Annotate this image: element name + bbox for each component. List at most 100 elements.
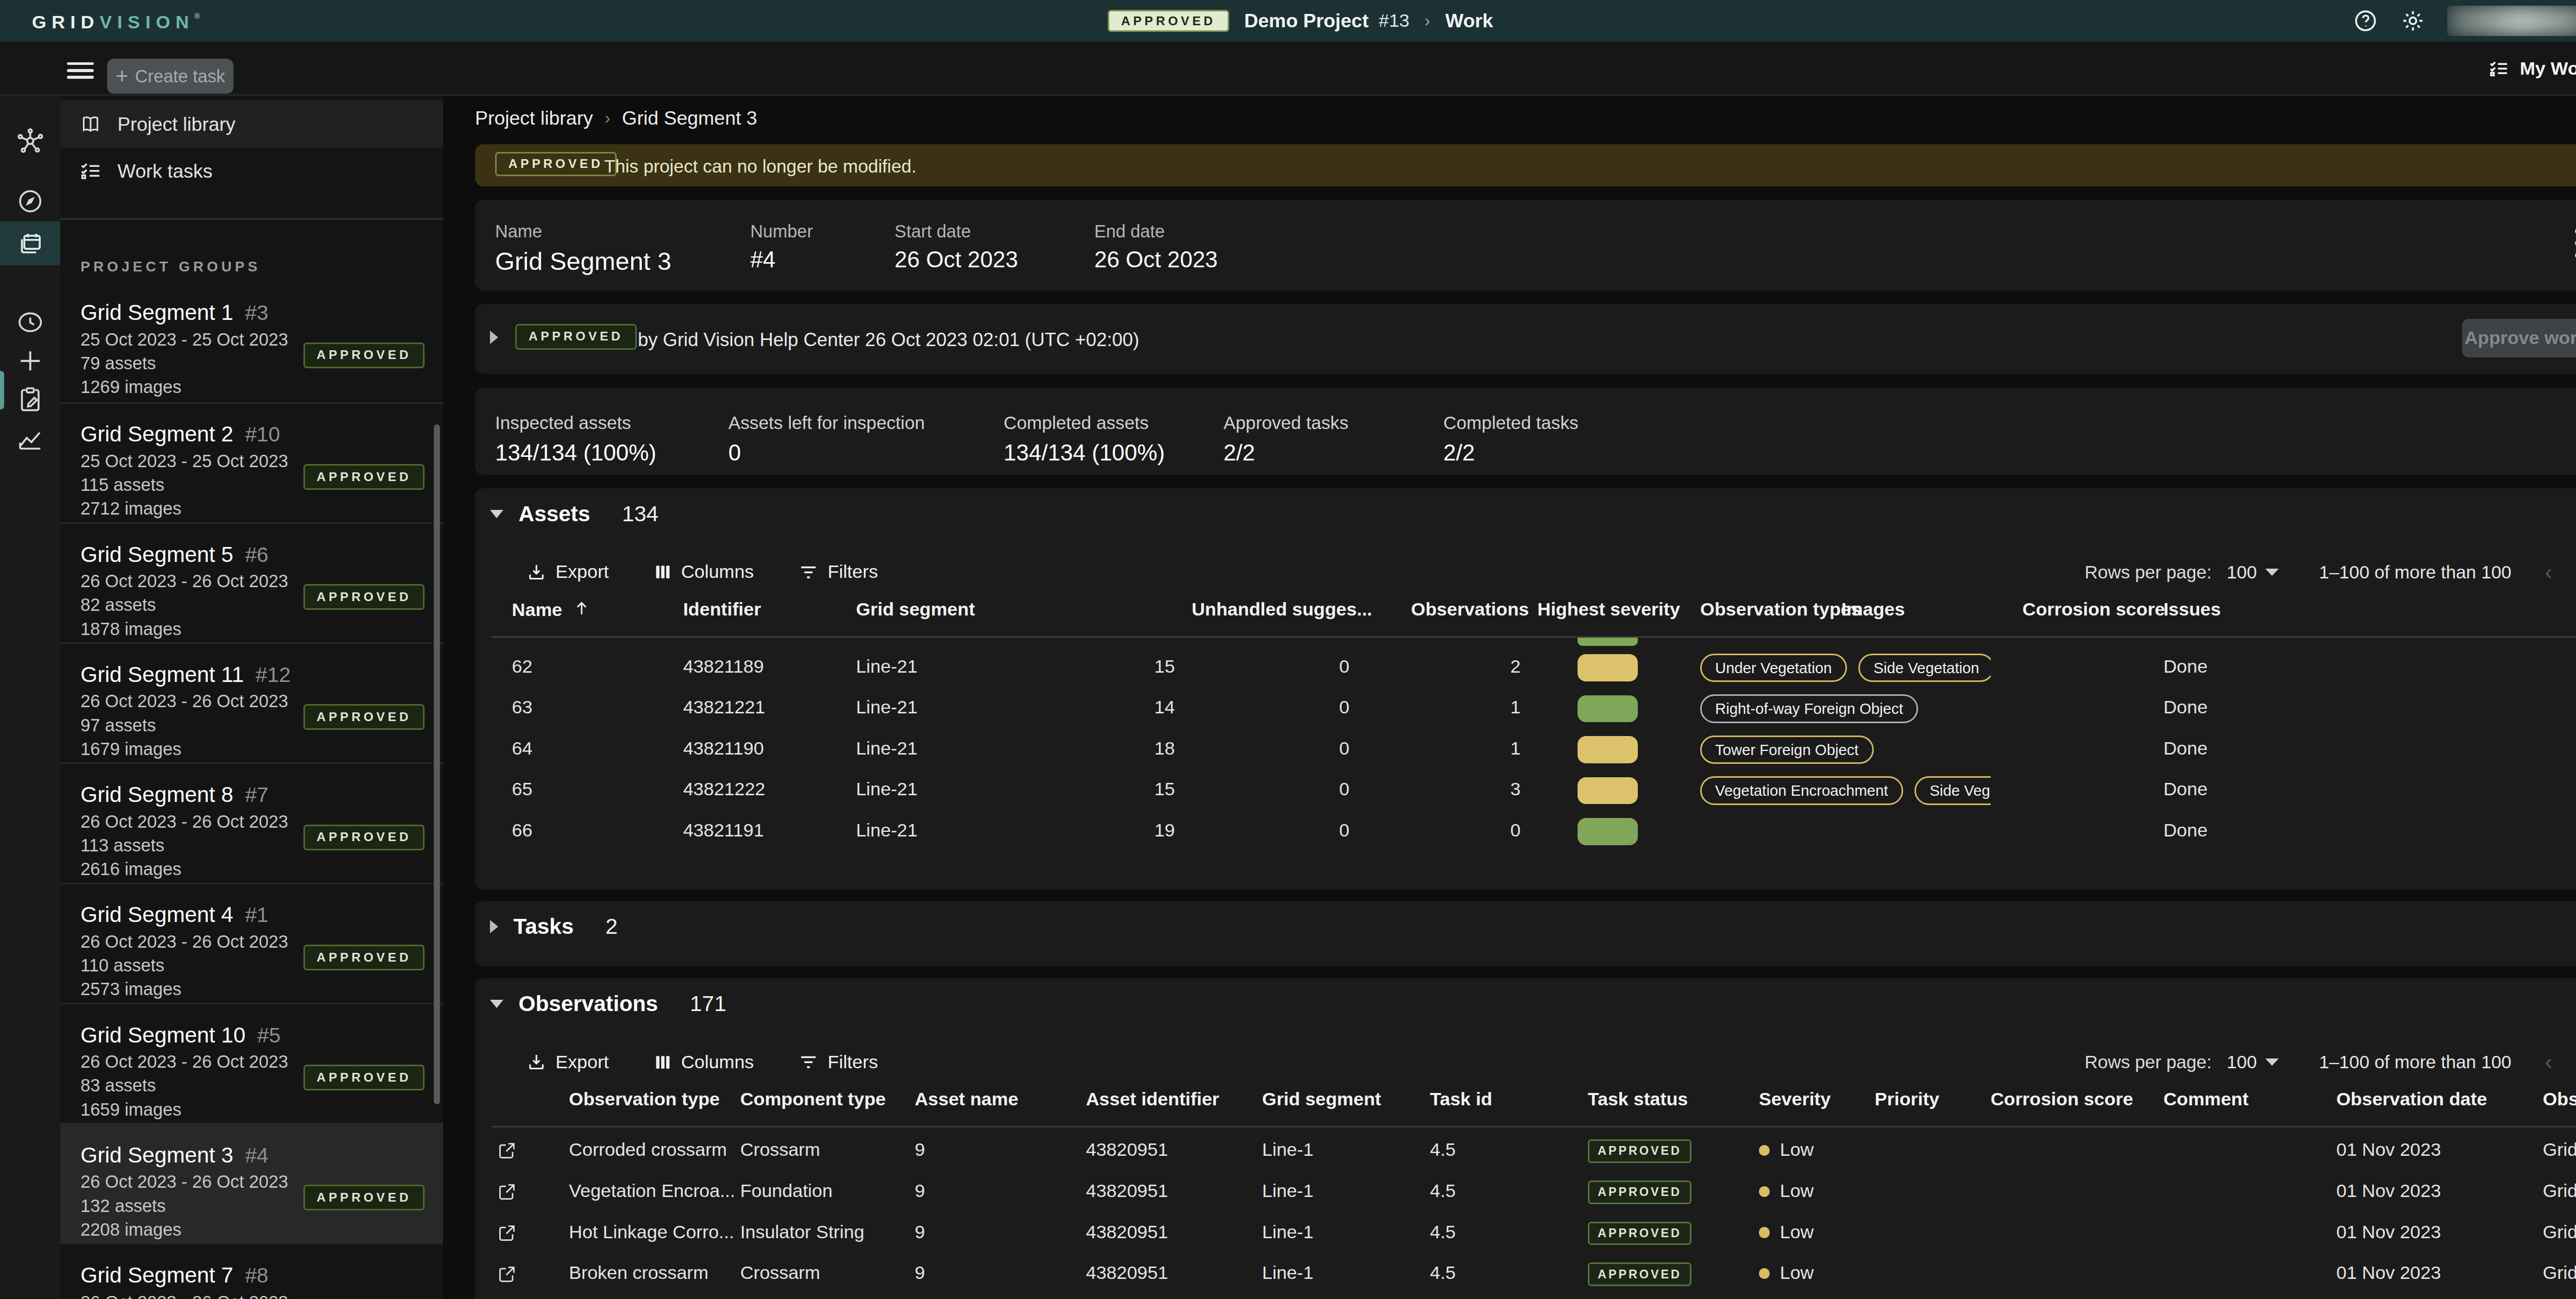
observation-date-cell: 01 Nov 2023 — [2336, 1262, 2441, 1284]
sidebar-item-project-library[interactable]: Project library — [60, 100, 443, 147]
collapse-arrow-icon[interactable] — [490, 920, 498, 933]
severity-dot-icon — [1759, 1145, 1770, 1156]
detail-value: #4 — [750, 247, 775, 272]
column-header[interactable]: Corrosion score — [2023, 599, 2165, 623]
menu-hamburger-icon[interactable] — [67, 62, 94, 79]
sidebar-item-work-tasks[interactable]: Work tasks — [60, 148, 443, 195]
project-group-number: #5 — [257, 1023, 280, 1047]
column-header[interactable]: Observation type — [569, 1089, 720, 1113]
approve-work-button[interactable]: Approve work — [2462, 319, 2576, 357]
column-header[interactable]: Identifier — [683, 599, 761, 623]
collapse-arrow-icon[interactable] — [490, 1000, 503, 1008]
column-header[interactable]: Task id — [1430, 1089, 1493, 1113]
column-header[interactable]: Asset identifier — [1086, 1089, 1219, 1113]
previous-page-button[interactable]: ‹ — [2545, 1050, 2552, 1074]
column-header[interactable]: Asset name — [914, 1089, 1018, 1113]
export-button[interactable]: Export — [526, 561, 609, 583]
open-observation-link-icon[interactable] — [497, 1264, 517, 1285]
project-group-number: #7 — [245, 783, 268, 807]
column-header[interactable]: Observation types — [1700, 599, 1861, 623]
previous-page-button[interactable]: ‹ — [2545, 560, 2552, 585]
column-header[interactable]: Observation date — [2336, 1089, 2487, 1113]
export-button[interactable]: Export — [526, 1051, 609, 1073]
observations-cell: 2 — [1511, 656, 1521, 677]
rows-per-page-select[interactable]: 100 — [2227, 1052, 2279, 1072]
project-group-item[interactable]: Grid Segment 5#626 Oct 2023 - 26 Oct 202… — [60, 522, 443, 642]
column-header[interactable]: Severity — [1759, 1089, 1831, 1113]
filters-button[interactable]: Filters — [798, 1051, 878, 1073]
approval-text: by Grid Vision Help Center 26 Oct 2023 0… — [638, 329, 1139, 351]
open-observation-link-icon[interactable] — [497, 1223, 517, 1243]
images-cell: 19 — [1155, 820, 1175, 841]
asset-identifier-cell: 43821221 — [683, 697, 765, 718]
detail-value: Grid Segment 3 — [495, 247, 671, 276]
my-work-button[interactable]: My Work — [2488, 42, 2576, 95]
project-group-item[interactable]: Grid Segment 11#1226 Oct 2023 - 26 Oct 2… — [60, 642, 443, 762]
task-status-badge: APPROVED — [1588, 1181, 1691, 1204]
columns-button[interactable]: Columns — [653, 1052, 754, 1073]
issues-cell: Done — [2163, 820, 2208, 841]
rows-per-page-select[interactable]: 100 — [2227, 562, 2279, 583]
help-icon[interactable] — [2353, 8, 2378, 33]
columns-icon — [653, 562, 673, 582]
status-badge: APPROVED — [303, 1185, 425, 1210]
project-title[interactable]: Demo Project — [1244, 10, 1368, 32]
asset-identifier-cell: 43821190 — [683, 738, 764, 759]
breadcrumb-parent[interactable]: Project library — [475, 107, 593, 129]
clipboard-edit-icon[interactable] — [0, 378, 60, 421]
column-header[interactable]: Unhandled sugges... — [1192, 599, 1372, 623]
gridvision-logo[interactable]: GRIDVISION® — [32, 12, 200, 33]
project-group-item[interactable]: Grid Segment 2#1025 Oct 2023 - 25 Oct 20… — [60, 402, 443, 522]
column-header[interactable]: Grid segment — [1262, 1089, 1381, 1113]
network-hub-icon[interactable] — [0, 119, 60, 163]
column-header[interactable]: Task status — [1588, 1089, 1688, 1113]
grid-segment-cell: Line-21 — [856, 656, 918, 677]
project-number: #13 — [1379, 10, 1410, 31]
user-account-blurred[interactable] — [2447, 6, 2576, 36]
expand-arrow-icon[interactable] — [490, 331, 498, 344]
breadcrumb-current: Grid Segment 3 — [622, 107, 757, 129]
open-observation-link-icon[interactable] — [497, 1141, 517, 1161]
sidebar-scrollbar[interactable] — [434, 424, 439, 1104]
open-observation-link-icon[interactable] — [497, 1182, 517, 1202]
column-header[interactable]: Observations — [1411, 599, 1529, 623]
sidebar: Project library Work tasks PROJECT GROUP… — [60, 96, 443, 1299]
component-type-cell: Crossarm — [740, 1262, 820, 1284]
observation-type-chip: Side Vegetation — [1858, 654, 1990, 682]
settings-gear-icon[interactable] — [2400, 8, 2426, 33]
observations-cell: 1 — [1511, 738, 1521, 759]
filters-button[interactable]: Filters — [798, 561, 878, 583]
collapse-arrow-icon[interactable] — [490, 510, 503, 518]
column-header[interactable]: Grid segment — [856, 599, 975, 623]
project-group-item[interactable]: Grid Segment 3#426 Oct 2023 - 26 Oct 202… — [60, 1123, 443, 1243]
column-header[interactable]: Highest severity — [1537, 599, 1680, 623]
column-header[interactable]: Name — [512, 599, 591, 623]
project-group-item[interactable]: Grid Segment 7#826 Oct 2023 - 26 Oct 202… — [60, 1243, 443, 1299]
project-group-item[interactable]: Grid Segment 1#325 Oct 2023 - 25 Oct 202… — [60, 282, 443, 402]
column-header[interactable]: Component type — [740, 1089, 886, 1113]
columns-button[interactable]: Columns — [653, 561, 754, 583]
column-header[interactable]: Issues — [2163, 599, 2221, 623]
projects-calendar-icon[interactable] — [0, 221, 60, 265]
analytics-chart-icon[interactable] — [0, 418, 60, 462]
project-group-images: 2712 images — [80, 500, 423, 518]
unhandled-suggestions-cell: 0 — [1339, 779, 1349, 800]
history-clock-icon[interactable] — [0, 300, 60, 344]
add-plus-icon[interactable] — [0, 339, 60, 383]
project-group-item[interactable]: Grid Segment 8#726 Oct 2023 - 26 Oct 202… — [60, 762, 443, 882]
column-header[interactable]: Comment — [2163, 1089, 2248, 1113]
column-header[interactable]: Priority — [1875, 1089, 1939, 1113]
stat-value: 134/134 (100%) — [495, 440, 656, 466]
images-cell: 18 — [1155, 738, 1175, 759]
project-group-name: Grid Segment 11 — [80, 662, 244, 687]
project-group-item[interactable]: Grid Segment 4#126 Oct 2023 - 26 Oct 202… — [60, 883, 443, 1003]
column-header[interactable]: Corrosion score — [1991, 1089, 2133, 1113]
project-group-number: #10 — [245, 422, 280, 446]
asset-name-cell: 9 — [914, 1222, 925, 1243]
project-group-item[interactable]: Grid Segment 10#526 Oct 2023 - 26 Oct 20… — [60, 1003, 443, 1123]
project-group-images: 1659 images — [80, 1101, 423, 1119]
column-header[interactable]: Observed — [2543, 1089, 2576, 1113]
compass-icon[interactable] — [0, 180, 60, 224]
top-app-bar: GRIDVISION® APPROVED Demo Project #13 › … — [0, 0, 2576, 42]
create-task-button[interactable]: +Create task — [107, 59, 233, 94]
